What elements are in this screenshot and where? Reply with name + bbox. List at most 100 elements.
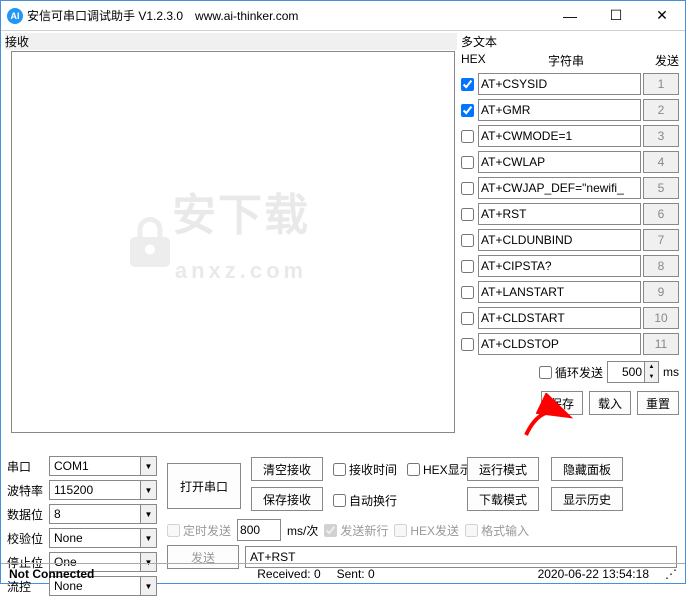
status-sent: Sent: 0 bbox=[329, 567, 383, 581]
command-row: 2 bbox=[461, 97, 679, 123]
send-index-button[interactable]: 10 bbox=[643, 307, 679, 329]
col-send: 发送 bbox=[641, 52, 679, 69]
hex-checkbox[interactable] bbox=[461, 260, 474, 273]
command-text-input[interactable] bbox=[478, 125, 641, 147]
databits-combo[interactable]: 8▼ bbox=[49, 504, 157, 524]
hex-checkbox[interactable] bbox=[461, 182, 474, 195]
status-bar: Not Connected Received: 0 Sent: 0 2020-0… bbox=[1, 563, 685, 583]
loop-interval-spinner[interactable]: ▲▼ bbox=[607, 361, 659, 383]
port-combo[interactable]: COM1▼ bbox=[49, 456, 157, 476]
title-bar: AI 安信可串口调试助手 V1.2.3.0 www.ai-thinker.com… bbox=[1, 1, 685, 31]
send-index-button[interactable]: 4 bbox=[643, 151, 679, 173]
send-newline-checkbox[interactable]: 发送新行 bbox=[324, 522, 388, 539]
loop-interval-input[interactable] bbox=[608, 362, 644, 382]
chevron-down-icon[interactable]: ▼ bbox=[140, 529, 156, 547]
window-title: 安信可串口调试助手 V1.2.3.0 bbox=[27, 7, 183, 24]
send-index-button[interactable]: 6 bbox=[643, 203, 679, 225]
send-index-button[interactable]: 11 bbox=[643, 333, 679, 355]
watermark-text: 安下载anxz.com bbox=[172, 192, 310, 289]
send-index-button[interactable]: 7 bbox=[643, 229, 679, 251]
send-index-button[interactable]: 5 bbox=[643, 177, 679, 199]
command-text-input[interactable] bbox=[478, 177, 641, 199]
command-text-input[interactable] bbox=[478, 333, 641, 355]
command-text-input[interactable] bbox=[478, 99, 641, 121]
hex-checkbox[interactable] bbox=[461, 104, 474, 117]
col-hex: HEX bbox=[461, 52, 491, 69]
command-text-input[interactable] bbox=[478, 255, 641, 277]
status-received: Received: 0 bbox=[249, 567, 328, 581]
send-index-button[interactable]: 9 bbox=[643, 281, 679, 303]
reset-button[interactable]: 重置 bbox=[637, 391, 679, 415]
baud-label: 波特率 bbox=[7, 482, 49, 499]
hex-checkbox[interactable] bbox=[461, 130, 474, 143]
command-text-input[interactable] bbox=[478, 151, 641, 173]
receive-textarea[interactable]: 安下载anxz.com bbox=[11, 51, 455, 433]
hex-checkbox[interactable] bbox=[461, 78, 474, 91]
hex-checkbox[interactable] bbox=[461, 338, 474, 351]
send-index-button[interactable]: 8 bbox=[643, 255, 679, 277]
status-time: 2020-06-22 13:54:18 bbox=[530, 567, 657, 581]
command-row: 1 bbox=[461, 71, 679, 97]
hex-checkbox[interactable] bbox=[461, 312, 474, 325]
auto-wrap-checkbox[interactable]: 自动换行 bbox=[333, 492, 397, 509]
command-row: 3 bbox=[461, 123, 679, 149]
maximize-button[interactable]: ☐ bbox=[593, 1, 639, 31]
port-label: 串口 bbox=[7, 458, 49, 475]
command-row: 7 bbox=[461, 227, 679, 253]
command-row: 5 bbox=[461, 175, 679, 201]
parity-combo[interactable]: None▼ bbox=[49, 528, 157, 548]
col-string: 字符串 bbox=[491, 52, 641, 69]
hex-display-checkbox[interactable]: HEX显示 bbox=[407, 461, 472, 478]
vendor-url: www.ai-thinker.com bbox=[195, 9, 298, 23]
baud-combo[interactable]: 115200▼ bbox=[49, 480, 157, 500]
hex-checkbox[interactable] bbox=[461, 208, 474, 221]
hex-checkbox[interactable] bbox=[461, 156, 474, 169]
show-history-button[interactable]: 显示历史 bbox=[551, 487, 623, 511]
command-row: 9 bbox=[461, 279, 679, 305]
databits-label: 数据位 bbox=[7, 506, 49, 523]
command-row: 11 bbox=[461, 331, 679, 357]
chevron-down-icon[interactable]: ▼ bbox=[140, 457, 156, 475]
hide-panel-button[interactable]: 隐藏面板 bbox=[551, 457, 623, 481]
multitext-panel: 多文本 HEX 字符串 发送 1234567891011 循环发送 ▲▼ ms … bbox=[461, 33, 679, 451]
ms-unit: ms bbox=[663, 365, 679, 379]
command-text-input[interactable] bbox=[478, 281, 641, 303]
hex-checkbox[interactable] bbox=[461, 286, 474, 299]
multitext-title: 多文本 bbox=[461, 33, 679, 50]
send-index-button[interactable]: 2 bbox=[643, 99, 679, 121]
command-text-input[interactable] bbox=[478, 307, 641, 329]
command-row: 8 bbox=[461, 253, 679, 279]
open-port-button[interactable]: 打开串口 bbox=[167, 463, 241, 509]
timed-send-checkbox[interactable]: 定时发送 bbox=[167, 522, 231, 539]
minimize-button[interactable]: ― bbox=[547, 1, 593, 31]
spin-up-icon[interactable]: ▲ bbox=[644, 362, 658, 372]
save-button[interactable]: 保存 bbox=[541, 391, 583, 415]
loop-send-checkbox[interactable]: 循环发送 bbox=[539, 364, 603, 381]
command-row: 6 bbox=[461, 201, 679, 227]
command-row: 4 bbox=[461, 149, 679, 175]
send-index-button[interactable]: 3 bbox=[643, 125, 679, 147]
timed-unit: ms/次 bbox=[287, 522, 318, 539]
chevron-down-icon[interactable]: ▼ bbox=[140, 481, 156, 499]
chevron-down-icon[interactable]: ▼ bbox=[140, 505, 156, 523]
download-mode-button[interactable]: 下载模式 bbox=[467, 487, 539, 511]
spin-down-icon[interactable]: ▼ bbox=[644, 372, 658, 382]
save-receive-button[interactable]: 保存接收 bbox=[251, 487, 323, 511]
clear-receive-button[interactable]: 清空接收 bbox=[251, 457, 323, 481]
send-index-button[interactable]: 1 bbox=[643, 73, 679, 95]
run-mode-button[interactable]: 运行模式 bbox=[467, 457, 539, 481]
recv-time-checkbox[interactable]: 接收时间 bbox=[333, 461, 397, 478]
command-text-input[interactable] bbox=[478, 73, 641, 95]
close-button[interactable]: ✕ bbox=[639, 1, 685, 31]
load-button[interactable]: 载入 bbox=[589, 391, 631, 415]
app-logo-icon: AI bbox=[7, 8, 23, 24]
receive-section-label: 接收 bbox=[5, 33, 457, 50]
hex-send-checkbox[interactable]: HEX发送 bbox=[394, 522, 459, 539]
command-row: 10 bbox=[461, 305, 679, 331]
format-input-checkbox[interactable]: 格式输入 bbox=[465, 522, 529, 539]
command-text-input[interactable] bbox=[478, 203, 641, 225]
command-text-input[interactable] bbox=[478, 229, 641, 251]
resize-grip-icon[interactable]: ⋰ bbox=[657, 567, 685, 581]
timed-interval-input[interactable] bbox=[237, 519, 281, 541]
hex-checkbox[interactable] bbox=[461, 234, 474, 247]
